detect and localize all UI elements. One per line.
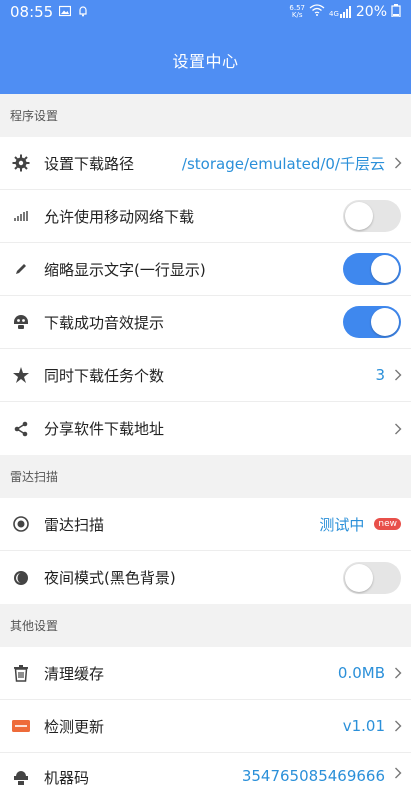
check-update-row[interactable]: 检测更新 v1.01 — [0, 700, 411, 753]
thumbnail-text-label: 缩略显示文字(一行显示) — [44, 260, 206, 279]
download-path-value: /storage/emulated/0/千层云 — [181, 154, 385, 173]
battery-percent: 20% — [355, 4, 387, 20]
status-bar: 08:55 6.57 K/s 4G 20% — [0, 0, 411, 24]
section-header-program: 程序设置 — [0, 94, 411, 137]
bell-notification-icon — [77, 3, 89, 21]
signal-icon: 4G — [329, 6, 352, 18]
machine-code-value: 354765085469666 — [241, 767, 385, 785]
download-sound-label: 下载成功音效提示 — [44, 313, 165, 332]
star-icon — [11, 365, 31, 385]
thumbnail-text-row: 缩略显示文字(一行显示) — [0, 243, 411, 296]
download-path-label: 设置下载路径 — [44, 154, 135, 173]
sound-tip-icon — [11, 312, 31, 332]
download-sound-toggle[interactable] — [343, 306, 401, 338]
night-mode-label: 夜间模式(黑色背景) — [44, 569, 176, 587]
download-sound-row: 下载成功音效提示 — [0, 296, 411, 349]
download-path-row[interactable]: 设置下载路径 /storage/emulated/0/千层云 — [0, 137, 411, 190]
share-link-row[interactable]: 分享软件下载地址 — [0, 402, 411, 455]
night-mode-toggle[interactable] — [343, 561, 401, 594]
mobile-network-row: 允许使用移动网络下载 — [0, 190, 411, 243]
toggle-knob — [371, 308, 399, 336]
mobile-network-label: 允许使用移动网络下载 — [44, 207, 195, 226]
pencil-icon — [11, 259, 31, 279]
toggle-knob — [371, 255, 399, 283]
robot-icon — [11, 767, 31, 787]
moon-icon — [11, 568, 31, 588]
clear-cache-row[interactable]: 清理缓存 0.0MB — [0, 647, 411, 700]
thumbnail-text-toggle[interactable] — [343, 253, 401, 285]
concurrent-tasks-label: 同时下载任务个数 — [44, 366, 165, 385]
status-time: 08:55 — [10, 3, 54, 21]
radar-scan-row[interactable]: 雷达扫描 测试中 new — [0, 498, 411, 551]
network-speed: 6.57 K/s — [289, 4, 305, 19]
chevron-right-icon — [385, 767, 411, 779]
radar-scan-label: 雷达扫描 — [44, 515, 105, 534]
machine-code-label: 机器码 — [44, 769, 90, 787]
night-mode-row: 夜间模式(黑色背景) — [0, 551, 411, 604]
gear-icon — [11, 153, 31, 173]
concurrent-tasks-value: 3 — [375, 366, 385, 384]
new-badge: new — [374, 518, 401, 530]
image-notification-icon — [59, 3, 72, 21]
section-header-other: 其他设置 — [0, 604, 411, 647]
clear-cache-value: 0.0MB — [337, 664, 385, 682]
chevron-right-icon — [385, 720, 411, 732]
app-header: 08:55 6.57 K/s 4G 20% 设置中心 — [0, 0, 411, 94]
update-icon — [11, 716, 31, 736]
check-update-label: 检测更新 — [44, 717, 105, 736]
machine-code-row[interactable]: 机器码 354765085469666 — [0, 753, 411, 787]
mobile-network-toggle[interactable] — [343, 200, 401, 232]
share-link-label: 分享软件下载地址 — [44, 420, 165, 438]
toggle-knob — [345, 563, 373, 592]
toggle-knob — [345, 202, 373, 230]
battery-icon — [391, 3, 401, 21]
signal-bars-icon — [11, 206, 31, 226]
check-update-value: v1.01 — [342, 717, 385, 735]
chevron-right-icon — [385, 369, 411, 381]
chevron-right-icon — [385, 157, 411, 169]
radar-scan-value: 测试中 — [319, 515, 365, 534]
section-header-radar: 雷达扫描 — [0, 455, 411, 498]
chevron-right-icon — [385, 423, 411, 435]
radar-icon — [11, 514, 31, 534]
concurrent-tasks-row[interactable]: 同时下载任务个数 3 — [0, 349, 411, 402]
chevron-right-icon — [385, 667, 411, 679]
clear-cache-label: 清理缓存 — [44, 664, 105, 683]
page-title: 设置中心 — [172, 52, 239, 71]
trash-icon — [11, 663, 31, 683]
share-icon — [11, 419, 31, 439]
wifi-icon — [309, 4, 325, 20]
